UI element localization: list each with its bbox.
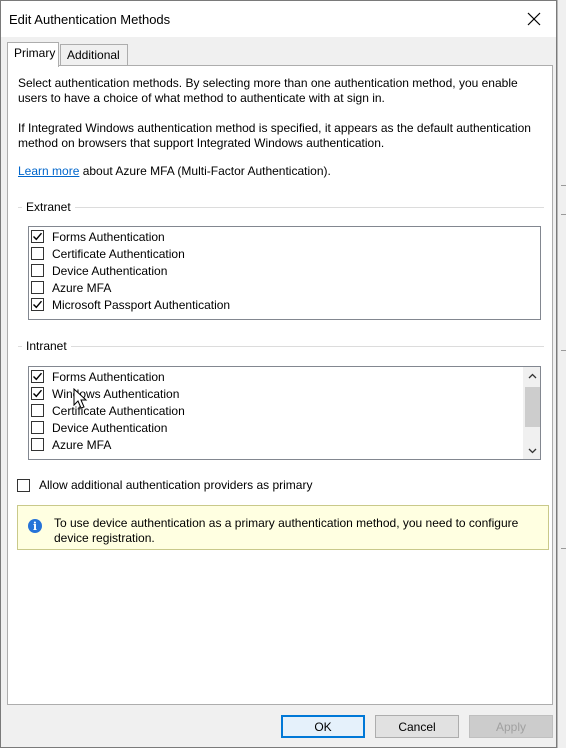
scroll-thumb[interactable] <box>525 387 540 427</box>
dialog-title: Edit Authentication Methods <box>9 12 171 27</box>
list-item-label: Azure MFA <box>52 280 112 295</box>
info-message: To use device authentication as a primar… <box>54 516 519 545</box>
intranet-item-device-authentication[interactable]: Device Authentication <box>31 419 167 436</box>
list-item-label: Forms Authentication <box>52 369 165 384</box>
background-artifact <box>561 548 566 549</box>
intranet-item-forms-authentication[interactable]: Forms Authentication <box>31 368 165 385</box>
intranet-item-windows-authentication[interactable]: Windows Authentication <box>31 385 179 402</box>
checkbox[interactable] <box>31 438 44 451</box>
chevron-up-icon <box>528 373 537 378</box>
list-item-label: Azure MFA <box>52 437 112 452</box>
learn-more-link[interactable]: Learn more <box>18 164 79 178</box>
edit-authentication-methods-dialog: Edit Authentication Methods Primary Addi… <box>0 0 557 748</box>
scroll-down-button[interactable] <box>524 442 540 459</box>
mouse-cursor-icon <box>73 388 88 409</box>
extranet-item-device-authentication[interactable]: Device Authentication <box>31 262 167 279</box>
background-window-edge <box>557 0 566 748</box>
list-item-label: Forms Authentication <box>52 229 165 244</box>
cancel-button[interactable]: Cancel <box>375 715 459 738</box>
allow-additional-providers-checkbox[interactable] <box>17 478 30 492</box>
info-icon: i <box>28 519 42 533</box>
title-bar: Edit Authentication Methods <box>1 1 556 37</box>
checkbox[interactable] <box>31 281 44 294</box>
extranet-item-microsoft-passport-authentication[interactable]: Microsoft Passport Authentication <box>31 296 230 313</box>
checkbox[interactable] <box>31 230 44 243</box>
checkbox[interactable] <box>31 421 44 434</box>
tab-primary[interactable]: Primary <box>7 42 59 67</box>
apply-button[interactable]: Apply <box>469 715 553 738</box>
checkbox[interactable] <box>31 298 44 311</box>
checkbox[interactable] <box>31 370 44 383</box>
scroll-up-button[interactable] <box>524 367 540 384</box>
background-artifact <box>561 214 566 215</box>
checkbox[interactable] <box>31 387 44 400</box>
extranet-item-certificate-authentication[interactable]: Certificate Authentication <box>31 245 185 262</box>
intranet-item-azure-mfa[interactable]: Azure MFA <box>31 436 111 453</box>
learn-more-row: Learn more about Azure MFA (Multi-Factor… <box>18 164 331 178</box>
extranet-item-azure-mfa[interactable]: Azure MFA <box>31 279 111 296</box>
intranet-methods-list[interactable]: Forms Authentication Windows Authenticat… <box>28 366 541 460</box>
list-item-label: Microsoft Passport Authentication <box>52 297 231 312</box>
list-item-label: Device Authentication <box>52 263 168 278</box>
ok-button[interactable]: OK <box>281 715 365 738</box>
close-button[interactable] <box>512 1 556 37</box>
background-artifact <box>561 350 566 351</box>
checkbox[interactable] <box>31 247 44 260</box>
learn-more-suffix: about Azure MFA (Multi-Factor Authentica… <box>79 164 331 178</box>
close-icon <box>527 12 541 26</box>
primary-tab-panel: Select authentication methods. By select… <box>7 65 553 705</box>
intranet-list-scrollbar[interactable] <box>523 367 540 459</box>
extranet-methods-list[interactable]: Forms Authentication Certificate Authent… <box>28 226 541 320</box>
allow-additional-providers-label: Allow additional authentication provider… <box>39 478 313 492</box>
chevron-down-icon <box>528 448 537 453</box>
list-item-label: Certificate Authentication <box>52 403 185 418</box>
extranet-item-forms-authentication[interactable]: Forms Authentication <box>31 228 165 245</box>
list-item-label: Windows Authentication <box>52 386 180 401</box>
background-artifact <box>561 185 566 186</box>
checkbox[interactable] <box>31 264 44 277</box>
checkbox[interactable] <box>31 404 44 417</box>
extranet-group-label: Extranet <box>22 200 75 214</box>
tab-additional[interactable]: Additional <box>60 44 128 66</box>
list-item-label: Device Authentication <box>52 420 168 435</box>
device-registration-info-box: i To use device authentication as a prim… <box>17 505 549 550</box>
list-item-label: Certificate Authentication <box>52 246 185 261</box>
allow-additional-providers-option[interactable]: Allow additional authentication provider… <box>17 478 312 492</box>
description-paragraph-1: Select authentication methods. By select… <box>18 76 518 105</box>
intranet-group-label: Intranet <box>22 339 71 353</box>
description-paragraph-2: If Integrated Windows authentication met… <box>18 121 531 150</box>
intranet-item-certificate-authentication[interactable]: Certificate Authentication <box>31 402 185 419</box>
